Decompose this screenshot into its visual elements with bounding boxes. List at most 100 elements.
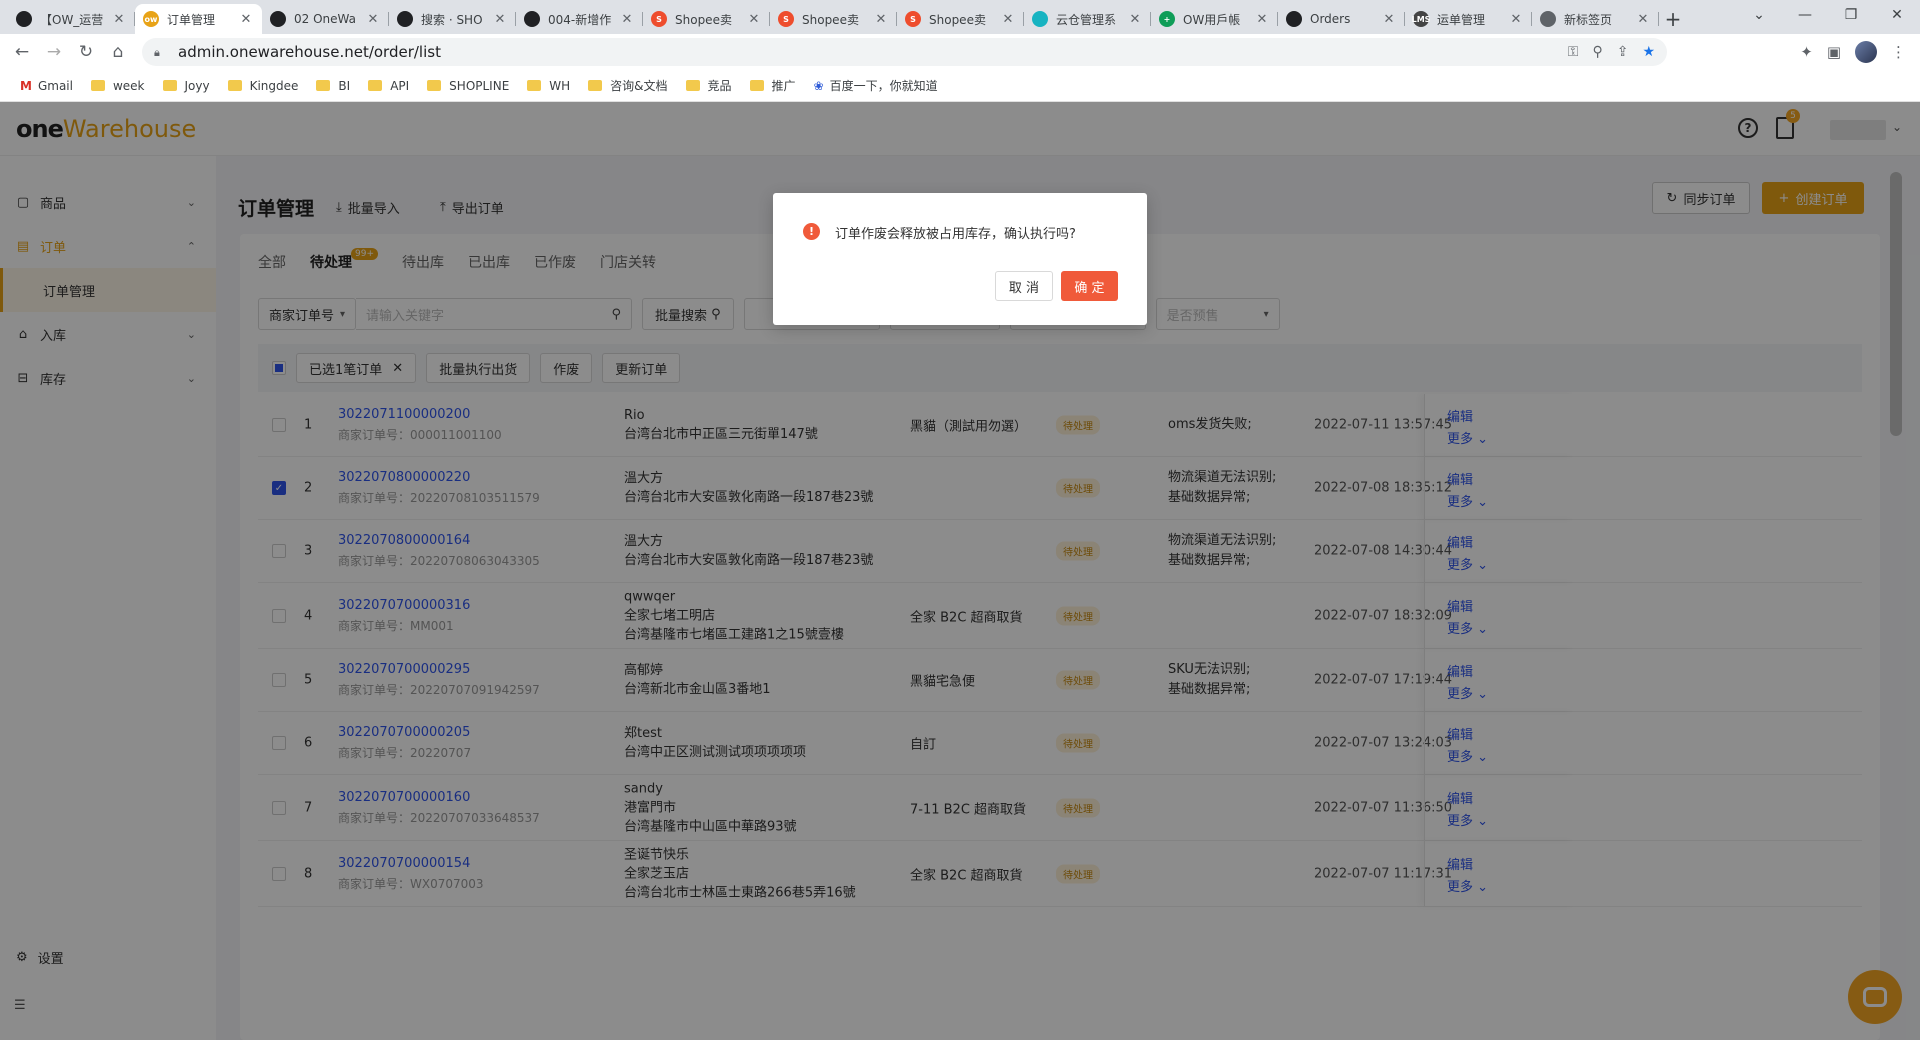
browser-tab-strip: 【OW_运营 ✕ ow 订单管理 ✕ 02 OneWa ✕ 搜索 · SHO ✕ 004-新增作 ✕… [0,0,1920,34]
browser-tab[interactable]: S Shopee卖 ✕ [770,4,897,34]
bookmark-item[interactable]: M Gmail [12,74,81,98]
favicon-icon [1540,11,1556,27]
bookmark-item[interactable]: SHOPLINE [419,74,517,98]
cancel-button[interactable]: 取 消 [995,271,1053,301]
favicon-icon [1032,11,1048,27]
bookmark-item[interactable]: WH [519,74,578,98]
baidu-icon: ❀ [813,78,824,93]
favicon-icon [270,11,286,27]
browser-tab[interactable]: 004-新增作 ✕ [516,4,643,34]
bookmark-item[interactable]: 咨询&文档 [580,74,675,98]
tab-title: 004-新增作 [548,12,612,27]
browser-tab[interactable]: S Shopee卖 ✕ [643,4,770,34]
close-tab-icon[interactable]: ✕ [619,12,635,27]
close-tab-icon[interactable]: ✕ [111,12,127,27]
back-icon[interactable]: ← [6,36,38,68]
bookmark-item[interactable]: Kingdee [220,74,307,98]
browser-tab[interactable]: LMS 运单管理 ✕ [1405,4,1532,34]
warning-icon: ! [803,223,820,240]
close-tab-icon[interactable]: ✕ [365,12,381,27]
favicon-icon: ow [143,11,159,27]
browser-tab[interactable]: 【OW_运营 ✕ [8,4,135,34]
bookmark-item[interactable]: Joyy [155,74,218,98]
bookmark-label: 百度一下，你就知道 [829,79,938,93]
tab-title: 云仓管理系 [1056,12,1117,27]
bookmark-label: API [390,78,410,93]
address-bar: ← → ↻ ⌂ 🔒︎ admin.onewarehouse.net/order/… [0,34,1920,70]
zoom-icon[interactable]: ⚲ [1592,44,1602,60]
bookmark-item[interactable]: ❀ 百度一下，你就知道 [806,74,946,98]
favicon-icon: S [778,11,794,27]
favicon-icon [524,11,540,27]
close-tab-icon[interactable]: ✕ [1127,12,1143,27]
close-tab-icon[interactable]: ✕ [873,12,889,27]
bookmark-item[interactable]: BI [308,74,358,98]
browser-tab[interactable]: 新标签页 ✕ [1532,4,1659,34]
dialog-message: 订单作废会释放被占用库存，确认执行吗? [835,227,1076,242]
bookmark-item[interactable]: week [83,74,153,98]
bookmark-label: BI [338,78,351,93]
share-icon[interactable]: ⇪ [1617,44,1629,60]
bookmark-label: 咨询&文档 [610,79,668,93]
tab-title: 新标签页 [1564,12,1613,27]
tab-title: 运单管理 [1437,12,1486,27]
tab-title: 【OW_运营 [40,12,104,27]
close-tab-icon[interactable]: ✕ [1635,12,1651,27]
close-tab-icon[interactable]: ✕ [1381,12,1397,27]
tab-title: Shopee卖 [929,12,986,27]
favicon-icon: + [1159,11,1175,27]
minimize-icon[interactable]: — [1782,0,1828,30]
url-omnibox[interactable]: 🔒︎ admin.onewarehouse.net/order/list ⚿ ⚲… [142,38,1667,66]
close-tab-icon[interactable]: ✕ [492,12,508,27]
chrome-menu-icon[interactable]: ⋮ [1891,43,1906,61]
favicon-icon [397,11,413,27]
browser-tab[interactable]: 云仓管理系 ✕ [1024,4,1151,34]
bookmark-star-icon[interactable]: ★ [1642,44,1655,60]
gmail-icon: M [20,78,32,93]
close-window-icon[interactable]: ✕ [1874,0,1920,30]
key-icon[interactable]: ⚿ [1568,44,1579,60]
bookmark-label: WH [549,78,571,93]
close-tab-icon[interactable]: ✕ [746,12,762,27]
close-tab-icon[interactable]: ✕ [1254,12,1270,27]
browser-tab[interactable]: ow 订单管理 ✕ [135,4,262,34]
home-icon[interactable]: ⌂ [102,36,134,68]
close-tab-icon[interactable]: ✕ [1508,12,1524,27]
close-tab-icon[interactable]: ✕ [1000,12,1016,27]
bookmark-label: 竞品 [707,79,732,93]
favicon-icon [16,11,32,27]
bookmark-label: week [112,78,145,93]
side-panel-icon[interactable]: ▣ [1827,43,1841,61]
bookmark-item[interactable]: 推广 [742,74,804,98]
confirm-void-dialog: ! 订单作废会释放被占用库存，确认执行吗? 取 消 确 定 [773,193,1147,325]
browser-tab[interactable]: S Shopee卖 ✕ [897,4,1024,34]
folder-icon [588,80,603,91]
bookmark-item[interactable]: API [360,74,417,98]
forward-icon[interactable]: → [38,36,70,68]
bookmark-label: Gmail [37,78,73,93]
browser-tab[interactable]: 02 OneWa ✕ [262,4,389,34]
url-text[interactable]: admin.onewarehouse.net/order/list [178,43,441,61]
browser-tab[interactable]: + OW用戶帳 ✕ [1151,4,1278,34]
browser-tab[interactable]: 搜索 · SHO ✕ [389,4,516,34]
bookmark-item[interactable]: 竞品 [678,74,740,98]
reload-icon[interactable]: ↻ [70,36,102,68]
profile-avatar[interactable] [1855,41,1877,63]
folder-icon [368,80,383,91]
folder-icon [749,80,764,91]
new-tab-icon[interactable]: + [1659,4,1687,34]
bookmark-label: Kingdee [249,78,299,93]
confirm-button[interactable]: 确 定 [1061,271,1118,301]
tab-title: Shopee卖 [802,12,859,27]
extensions-icon[interactable]: ✦ [1800,43,1813,61]
favicon-icon: S [905,11,921,27]
restore-icon[interactable]: ❐ [1828,0,1874,30]
folder-icon [427,80,442,91]
folder-icon [162,80,177,91]
folder-icon [685,80,700,91]
close-tab-icon[interactable]: ✕ [238,12,254,27]
lock-icon: 🔒︎ [154,46,160,59]
tab-title: Orders [1310,12,1351,26]
browser-tab[interactable]: Orders ✕ [1278,4,1405,34]
tab-search-icon[interactable]: ⌄ [1736,0,1782,30]
